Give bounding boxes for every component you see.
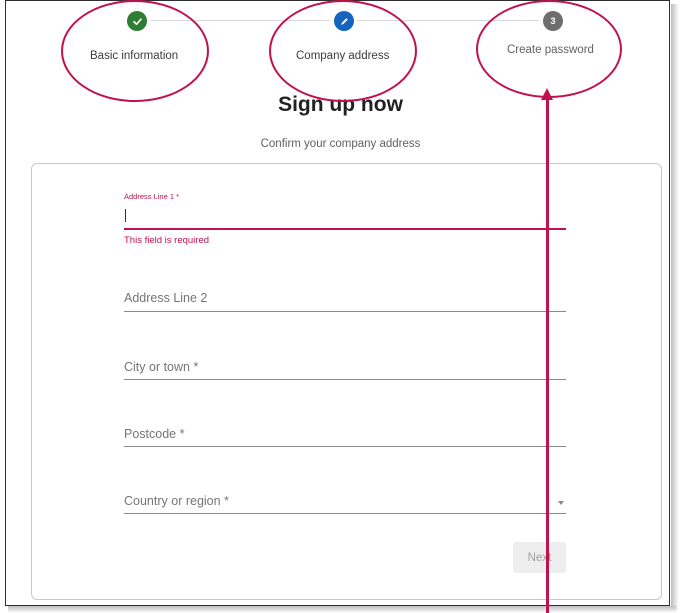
postcode-placeholder: Postcode * — [124, 427, 185, 441]
country-select[interactable]: Country or region * — [124, 492, 566, 516]
address-line-2-underline — [124, 311, 566, 312]
text-cursor — [125, 209, 126, 222]
address-line-2-placeholder: Address Line 2 — [124, 291, 208, 305]
country-underline — [124, 513, 566, 514]
address-line-1-label: Address Line 1 * — [124, 192, 180, 201]
address-line-1-error: This field is required — [124, 235, 210, 246]
address-line-2-field[interactable]: Address Line 2 — [124, 290, 566, 314]
city-underline — [124, 379, 566, 380]
dropdown-arrow-icon — [558, 501, 564, 505]
address-line-1-field[interactable]: Address Line 1 * This field is required — [124, 192, 566, 252]
city-field[interactable]: City or town * — [124, 358, 566, 382]
annotation-arrow-head-icon — [541, 88, 553, 100]
window-shadow-bottom — [8, 606, 676, 613]
next-button[interactable]: Next — [513, 542, 566, 573]
country-placeholder: Country or region * — [124, 494, 229, 508]
address-line-1-underline — [124, 228, 566, 230]
page-subtitle: Confirm your company address — [260, 138, 421, 150]
annotation-arrow-shaft — [546, 98, 549, 613]
annotation-circle-step-3 — [476, 0, 622, 98]
postcode-field[interactable]: Postcode * — [124, 426, 566, 450]
city-placeholder: City or town * — [124, 360, 199, 374]
annotation-circle-step-1 — [61, 0, 209, 102]
annotation-circle-step-2 — [269, 0, 417, 102]
postcode-underline — [124, 446, 566, 447]
